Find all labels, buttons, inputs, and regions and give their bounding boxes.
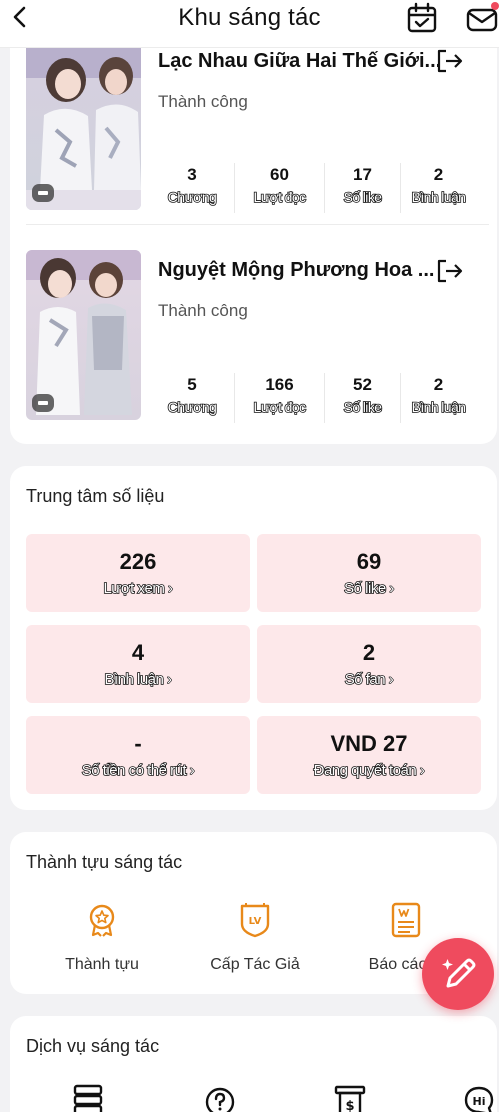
stat-chapters: 5 Chương	[167, 375, 218, 416]
exit-icon[interactable]	[434, 48, 464, 74]
tile-comments[interactable]: 4 Bình luận ›	[26, 625, 250, 703]
tile-withdrawable[interactable]: - Số tiền có thể rút ›	[26, 716, 250, 794]
stat-reads: 60 Lượt đọc	[234, 163, 324, 213]
achievement-item[interactable]: Thành tựu	[27, 902, 177, 974]
top-bar: Khu sáng tác	[0, 0, 499, 48]
chevron-right-icon: ›	[388, 670, 394, 688]
stat-likes: 17 Số like	[324, 163, 400, 213]
calendar-check-icon[interactable]	[406, 2, 438, 34]
work-title[interactable]: Lạc Nhau Giữa Hai Thế Giới...	[158, 50, 441, 73]
section-title: Trung tâm số liệu	[26, 486, 165, 506]
work-status: Thành công	[158, 92, 248, 111]
work-stats: 5 Chương 166 Lượt đọc 52 Số like 2 Bình luận	[150, 373, 476, 423]
work-item[interactable]: Nguyệt Mộng Phương Hoa ... Thành công 5C…	[10, 250, 497, 430]
comment-bubble-icon	[32, 184, 54, 202]
stat-reads: 166 Lượt đọc	[234, 373, 324, 423]
tile-fans[interactable]: 2 Số fan ›	[257, 625, 481, 703]
mail-icon[interactable]	[465, 2, 499, 34]
book-cover[interactable]	[26, 40, 141, 210]
section-title: Thành tựu sáng tác	[26, 852, 183, 872]
tile-settling[interactable]: VND 27 Đang quyết toán ›	[257, 716, 481, 794]
payment-icon[interactable]: $	[334, 1084, 366, 1112]
svg-text:LV: LV	[249, 916, 262, 927]
server-icon[interactable]	[72, 1084, 104, 1112]
medal-icon	[89, 904, 115, 937]
help-icon[interactable]	[204, 1084, 236, 1112]
stat-comments: 2 Bình luận	[400, 163, 476, 213]
stat-comments: 2 Bình luận	[400, 373, 476, 423]
work-item[interactable]: Lạc Nhau Giữa Hai Thế Giới... Thành công…	[10, 30, 497, 225]
chevron-right-icon: ›	[167, 579, 173, 597]
level-badge-icon: LV	[240, 903, 270, 938]
write-fab-button[interactable]	[422, 938, 494, 1010]
tile-views[interactable]: 226 Lượt xem ›	[26, 534, 250, 612]
services-card: Dịch vụ sáng tác $ Hi	[10, 1016, 497, 1112]
exit-icon[interactable]	[434, 258, 464, 284]
work-title[interactable]: Nguyệt Mộng Phương Hoa ...	[158, 259, 434, 282]
achievement-item[interactable]: LV Cấp Tác Giả	[180, 902, 330, 974]
work-status: Thành công	[158, 301, 248, 320]
notification-dot	[491, 2, 499, 10]
stat-chapters: 3 Chương	[167, 165, 218, 206]
comment-bubble-icon	[32, 394, 54, 412]
section-title: Dịch vụ sáng tác	[26, 1036, 160, 1056]
pencil-sparkle-icon	[442, 958, 476, 988]
svg-text:Hi: Hi	[473, 1095, 486, 1108]
book-cover[interactable]	[26, 250, 141, 420]
stat-likes: 52 Số like	[324, 373, 400, 423]
hi-chat-icon[interactable]: Hi	[463, 1084, 495, 1112]
chevron-right-icon: ›	[419, 761, 425, 779]
chevron-right-icon: ›	[189, 761, 195, 779]
works-list: Lạc Nhau Giữa Hai Thế Giới... Thành công…	[10, 30, 497, 444]
divider	[26, 224, 489, 225]
report-icon	[391, 902, 421, 938]
svg-text:$: $	[345, 1099, 354, 1112]
chevron-right-icon: ›	[389, 579, 395, 597]
data-center-card: Trung tâm số liệu 226 Lượt xem › 69 Số l…	[10, 466, 497, 810]
chevron-right-icon: ›	[166, 670, 172, 688]
work-stats: 3 Chương 60 Lượt đọc 17 Số like 2 Bình luận	[150, 163, 476, 213]
tile-likes[interactable]: 69 Số like ›	[257, 534, 481, 612]
